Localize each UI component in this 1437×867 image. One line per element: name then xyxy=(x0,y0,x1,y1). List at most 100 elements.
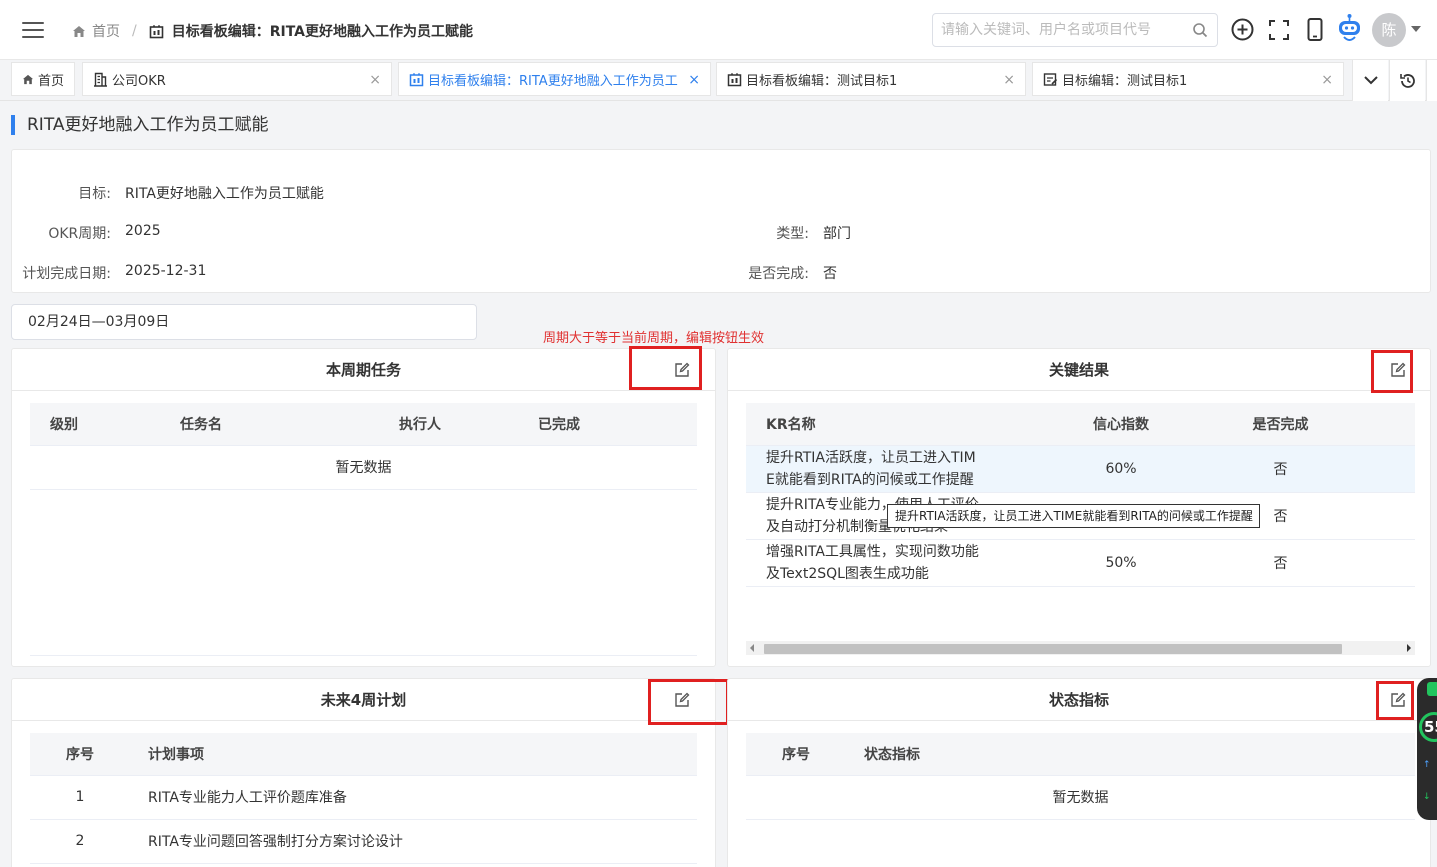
tab-close-icon[interactable]: × xyxy=(1321,72,1333,88)
breadcrumb: 首页 / 目标看板编辑：RITA更好地融入工作为员工赋能 xyxy=(72,20,473,42)
status-panel-title: 状态指标 xyxy=(728,679,1430,721)
kr-name-line: 增强RITA工具属性，实现问数功能 xyxy=(766,543,979,560)
add-circle-icon[interactable] xyxy=(1231,18,1254,41)
kr-table: KR名称 信心指数 是否完成 提升RTIA活跃度，让员工进入TIM E就能看到R… xyxy=(746,403,1415,587)
fullscreen-icon[interactable] xyxy=(1269,20,1289,40)
col-kr-name: KR名称 xyxy=(746,403,1046,446)
kr-confidence-cell: 60% xyxy=(1046,445,1196,493)
table-row[interactable]: 1 RITA专业能力人工评价题库准备 xyxy=(30,775,697,820)
col-confidence: 信心指数 xyxy=(1046,403,1196,446)
kr-name-cell: 提升RTIA活跃度，让员工进入TIM E就能看到RITA的问候或工作提醒 xyxy=(746,445,1046,493)
table-bottom-border xyxy=(30,655,697,656)
robot-assistant-icon[interactable] xyxy=(1336,13,1363,45)
kr-confidence-cell: 50% xyxy=(1046,539,1196,587)
tasks-panel-title: 本周期任务 xyxy=(12,349,715,391)
tab-label: 公司OKR xyxy=(112,73,166,89)
annotation-highlight-box xyxy=(1376,681,1414,720)
period-row: OKR周期: 2025 xyxy=(12,223,160,243)
kr-done-cell: 否 xyxy=(1196,445,1415,493)
due-row: 计划完成日期: 2025-12-31 xyxy=(12,263,206,283)
dashboard-icon xyxy=(149,24,164,38)
mobile-icon[interactable] xyxy=(1307,18,1323,41)
tab-company-okr[interactable]: 公司OKR × xyxy=(82,62,392,96)
tab-history[interactable] xyxy=(1389,60,1425,101)
tab-board-edit-test[interactable]: 目标看板编辑：测试目标1 × xyxy=(716,62,1026,96)
tab-close-icon[interactable]: × xyxy=(369,72,381,88)
tab-goal-edit-test[interactable]: 目标编辑：测试目标1 × xyxy=(1032,62,1344,96)
tasks-panel: 本周期任务 级别 任务名 执行人 已完成 暂无数据 xyxy=(11,348,716,667)
search-icon[interactable] xyxy=(1192,22,1208,38)
col-status-indicator: 状态指标 xyxy=(846,733,1415,776)
dashboard-icon xyxy=(727,72,742,87)
col-task-name: 任务名 xyxy=(130,403,320,446)
table-empty-row: 暂无数据 xyxy=(746,775,1415,820)
due-label: 计划完成日期: xyxy=(22,266,111,282)
tab-label: 首页 xyxy=(38,73,65,89)
floating-monitor-widget[interactable]: 55 ↑ ↓ xyxy=(1417,678,1437,820)
kr-name-line: 及Text2SQL图表生成功能 xyxy=(766,565,929,582)
col-level: 级别 xyxy=(30,403,130,446)
scroll-left-icon[interactable] xyxy=(750,644,754,652)
tab-board-edit-rita[interactable]: 目标看板编辑：RITA更好地融入工作为员工 × xyxy=(398,62,711,96)
kr-done-cell: 否 xyxy=(1196,539,1415,587)
chevron-down-icon xyxy=(1363,76,1378,85)
done-label: 是否完成: xyxy=(748,266,809,282)
dashboard-icon xyxy=(409,72,424,87)
table-row[interactable]: 2 RITA专业问题回答强制打分方案讨论设计 xyxy=(30,819,697,864)
plan-table: 序号 计划事项 1 RITA专业能力人工评价题库准备 2 RITA专业问题回答强… xyxy=(30,733,697,864)
col-completed: 已完成 xyxy=(520,403,697,446)
status-panel: 状态指标 序号 状态指标 暂无数据 xyxy=(727,678,1431,867)
tab-label: 目标看板编辑：RITA更好地融入工作为员工 xyxy=(428,73,678,89)
annotation-highlight-box xyxy=(648,679,729,725)
menu-toggle-icon[interactable] xyxy=(22,22,44,40)
building-icon xyxy=(93,72,108,87)
page-title: RITA更好地融入工作为员工赋能 xyxy=(11,115,269,135)
search-input[interactable] xyxy=(933,14,1173,46)
type-value: 部门 xyxy=(823,226,851,242)
col-executor: 执行人 xyxy=(320,403,520,446)
scroll-right-icon[interactable] xyxy=(1407,644,1411,652)
tab-close-icon[interactable]: × xyxy=(688,72,700,88)
due-value: 2025-12-31 xyxy=(125,263,207,279)
goal-info-card: 目标: RITA更好地融入工作为员工赋能 OKR周期: 2025 计划完成日期:… xyxy=(11,149,1431,293)
edit-form-icon xyxy=(1043,72,1058,87)
tab-label: 目标编辑：测试目标1 xyxy=(1062,73,1188,89)
home-icon xyxy=(73,25,85,37)
goal-value: RITA更好地融入工作为员工赋能 xyxy=(125,186,324,202)
annotation-note: 周期大于等于当前周期，编辑按钮生效 xyxy=(543,331,765,346)
table-row[interactable]: 提升RTIA活跃度，让员工进入TIM E就能看到RITA的问候或工作提醒 60%… xyxy=(746,445,1415,493)
gauge-value: 55 xyxy=(1424,718,1437,736)
table-row[interactable]: 增强RITA工具属性，实现问数功能 及Text2SQL图表生成功能 50% 否 xyxy=(746,539,1415,587)
plan-panel-title: 未来4周计划 xyxy=(12,679,715,721)
tasks-table: 级别 任务名 执行人 已完成 暂无数据 xyxy=(30,403,697,490)
kr-name-line: E就能看到RITA的问候或工作提醒 xyxy=(766,471,974,488)
plan-index-cell: 1 xyxy=(30,775,130,820)
shield-icon xyxy=(1427,682,1437,696)
avatar-dropdown-icon[interactable] xyxy=(1411,26,1421,32)
upload-arrow-icon: ↑ xyxy=(1423,760,1431,770)
type-label: 类型: xyxy=(776,226,809,242)
breadcrumb-current-label: 目标看板编辑：RITA更好地融入工作为员工赋能 xyxy=(171,24,474,40)
empty-text: 暂无数据 xyxy=(30,445,697,490)
tab-more[interactable] xyxy=(1426,60,1437,101)
breadcrumb-current: 目标看板编辑：RITA更好地融入工作为员工赋能 xyxy=(149,21,473,41)
date-range-picker[interactable]: 02月24日—03月09日 xyxy=(11,304,477,340)
user-avatar[interactable]: 陈 xyxy=(1372,13,1406,47)
goal-label: 目标: xyxy=(78,186,111,202)
plan-panel: 未来4周计划 序号 计划事项 1 RITA专业能力人工评价题库准备 2 RITA… xyxy=(11,678,716,867)
annotation-highlight-box xyxy=(629,346,702,390)
plan-item-cell: RITA专业能力人工评价题库准备 xyxy=(130,775,697,820)
type-row: 类型: 部门 xyxy=(710,223,851,243)
top-bar: 首页 / 目标看板编辑：RITA更好地融入工作为员工赋能 陈 xyxy=(0,0,1437,60)
breadcrumb-home[interactable]: 首页 xyxy=(72,21,120,41)
kr-name-line: 提升RTIA活跃度，让员工进入TIM xyxy=(766,449,976,466)
tab-close-icon[interactable]: × xyxy=(1003,72,1015,88)
empty-text: 暂无数据 xyxy=(746,775,1415,820)
tab-list-dropdown[interactable] xyxy=(1352,60,1388,101)
breadcrumb-home-label: 首页 xyxy=(92,24,120,40)
tab-home[interactable]: 首页 xyxy=(11,62,75,96)
history-icon xyxy=(1399,73,1415,88)
tab-bar: 首页 公司OKR × 目标看板编辑：RITA更好地融入工作为员工 × 目标看板编… xyxy=(0,60,1437,101)
horizontal-scrollbar[interactable] xyxy=(746,641,1415,655)
scrollbar-thumb[interactable] xyxy=(764,644,1342,654)
